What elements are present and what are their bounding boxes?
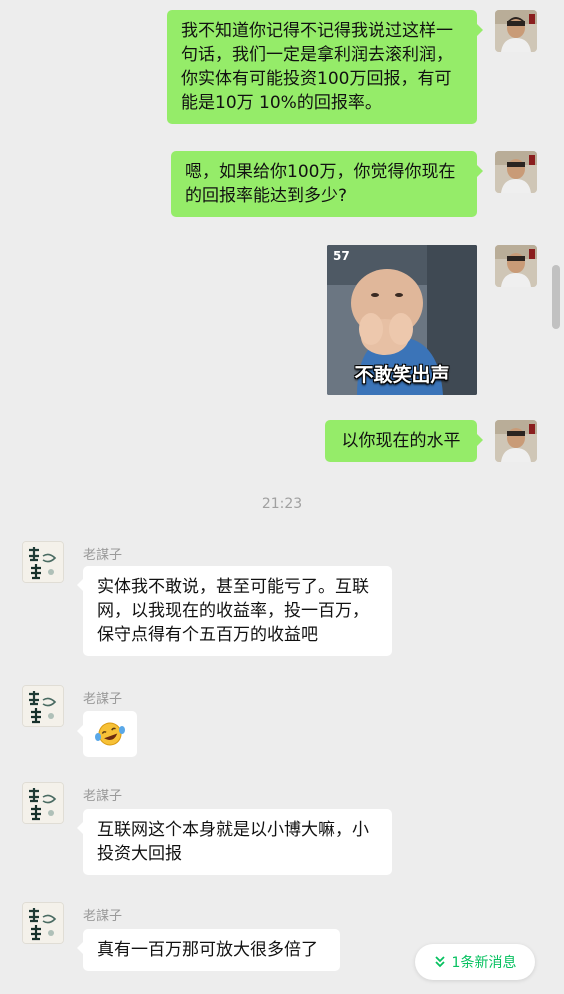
- sender-name: 老謀子: [83, 909, 123, 924]
- sticker-number: 57: [333, 249, 350, 263]
- calligraphy-avatar-image: [23, 783, 63, 823]
- timestamp: 21:23: [261, 496, 303, 512]
- my-message-bubble[interactable]: 嗯，如果给你100万，你觉得你现在的回报率能达到多少?: [171, 151, 483, 217]
- my-avatar[interactable]: [495, 10, 537, 52]
- my-avatar-image: [495, 420, 537, 462]
- contact-avatar[interactable]: [22, 685, 64, 727]
- my-avatar-image: [495, 245, 537, 287]
- my-avatar[interactable]: [495, 151, 537, 193]
- sender-name: 老謀子: [83, 789, 123, 804]
- laughing-tears-emoji-icon: [95, 722, 125, 746]
- contact-emoji-bubble[interactable]: [77, 711, 137, 757]
- sender-name: 老謀子: [83, 548, 123, 563]
- calligraphy-avatar-image: [23, 686, 63, 726]
- sticker-caption: 不敢笑出声: [354, 364, 450, 386]
- my-avatar[interactable]: [495, 420, 537, 462]
- contact-avatar[interactable]: [22, 541, 64, 583]
- calligraphy-avatar-image: [23, 903, 63, 943]
- sender-name: 老謀子: [83, 692, 123, 707]
- my-avatar[interactable]: [495, 245, 537, 287]
- my-avatar-image: [495, 10, 537, 52]
- my-avatar-image: [495, 151, 537, 193]
- calligraphy-avatar-image: [23, 542, 63, 582]
- contact-message-bubble[interactable]: 互联网这个本身就是以小博大嘛，小投资大回报: [77, 809, 392, 875]
- contact-avatar[interactable]: [22, 782, 64, 824]
- sticker-image[interactable]: 57 不敢笑出声: [327, 245, 477, 395]
- contact-message-bubble[interactable]: 真有一百万那可放大很多倍了: [77, 929, 340, 971]
- new-message-button[interactable]: 1条新消息: [415, 944, 535, 980]
- my-message-bubble[interactable]: 我不知道你记得不记得我说过这样一句话，我们一定是拿利润去滚利润，你实体有可能投资…: [167, 10, 483, 124]
- contact-message-bubble[interactable]: 实体我不敢说，甚至可能亏了。互联网，以我现在的收益率，投一百万，保守点得有个五百…: [77, 566, 392, 656]
- my-message-bubble[interactable]: 以你现在的水平: [325, 420, 483, 462]
- double-chevron-down-icon: [434, 956, 445, 968]
- contact-avatar[interactable]: [22, 902, 64, 944]
- chat-window: 我不知道你记得不记得我说过这样一句话，我们一定是拿利润去滚利润，你实体有可能投资…: [0, 0, 564, 994]
- new-message-label: 1条新消息: [451, 955, 517, 971]
- scrollbar-thumb[interactable]: [552, 265, 560, 329]
